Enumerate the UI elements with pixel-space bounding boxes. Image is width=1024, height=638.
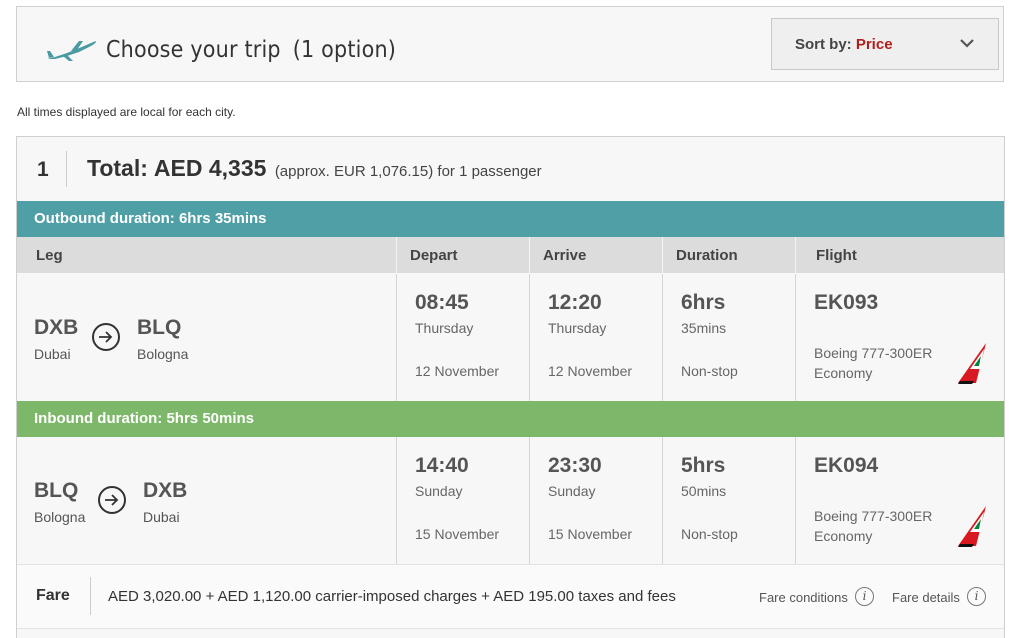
fare-breakdown: AED 3,020.00 + AED 1,120.00 carrier-impo… [108,588,676,605]
arrive-time: 23:30 [548,454,602,477]
depart-time: 08:45 [415,291,469,314]
origin-city: Bologna [34,509,86,525]
inbound-leg-row: BLQ Bologna DXB Dubai 14:40 Sunday 15 No… [17,437,1004,564]
fare-conditions-link[interactable]: Fare conditions [759,590,848,605]
divider [66,151,67,187]
destination-city: Bologna [137,346,189,362]
col-flight: Flight [816,247,857,264]
divider [17,628,1004,629]
divider [396,274,397,401]
outbound-leg-row: DXB Dubai BLQ Bologna 08:45 Thursday 12 … [17,274,1004,401]
fare-details-link[interactable]: Fare details [892,590,960,605]
arrive-date: 15 November [548,526,633,542]
flight-number: EK094 [814,454,879,477]
depart-date: 15 November [415,526,500,542]
inbound-duration-bar: Inbound duration: 5hrs 50mins [17,401,1004,437]
duration-minutes: 35mins [681,320,727,336]
cabin-class: Economy [814,365,873,381]
option-number: 1 [37,158,49,181]
destination-city: Dubai [143,509,180,525]
origin-code: BLQ [34,479,79,502]
stops-info: Non-stop [681,363,738,379]
divider [795,437,796,564]
divider [795,274,796,401]
arrive-day: Sunday [548,483,596,499]
arrow-right-icon [92,323,120,351]
trip-option-card: 1 Total: AED 4,335 (approx. EUR 1,076.15)… [16,136,1005,638]
page-title: Choose your trip (1 option) [106,37,396,63]
page-title-text: Choose your trip [106,37,281,63]
approx-price: (approx. EUR 1,076.15) for 1 passenger [274,163,542,180]
origin-city: Dubai [34,346,71,362]
duration-minutes: 50mins [681,483,727,499]
outbound-duration-bar: Outbound duration: 6hrs 35mins [17,201,1004,237]
col-duration: Duration [676,247,738,264]
sort-label: Sort by: Price [795,36,893,53]
arrive-day: Thursday [548,320,607,336]
duration-hours: 5hrs [681,454,726,477]
origin-code: DXB [34,316,79,339]
divider [529,274,530,401]
total-price: Total: AED 4,335 (approx. EUR 1,076.15) f… [87,155,542,182]
destination-code: DXB [143,479,188,502]
divider [396,437,397,564]
col-depart: Depart [410,247,458,264]
sort-dropdown[interactable]: Sort by: Price [771,18,999,70]
info-icon[interactable]: i [967,587,986,606]
divider [662,437,663,564]
depart-date: 12 November [415,363,500,379]
timezone-note: All times displayed are local for each c… [17,105,236,119]
depart-day: Sunday [415,483,463,499]
total-row: 1 Total: AED 4,335 (approx. EUR 1,076.15)… [17,137,1004,201]
arrive-time: 12:20 [548,291,602,314]
divider [662,274,663,401]
aircraft-type: Boeing 777-300ER [814,508,933,524]
duration-hours: 6hrs [681,291,726,314]
depart-time: 14:40 [415,454,469,477]
divider [529,437,530,564]
aircraft-type: Boeing 777-300ER [814,345,933,361]
option-count: (1 option) [292,37,397,63]
col-arrive: Arrive [543,247,587,264]
arrow-right-icon [98,486,126,514]
airline-tail-logo [958,343,986,384]
divider [529,237,530,273]
divider [396,237,397,273]
stops-info: Non-stop [681,526,738,542]
total-amount: AED 4,335 [153,155,267,181]
fare-label: Fare [36,587,70,604]
divider [662,237,663,273]
column-headers: Leg Depart Arrive Duration Flight [17,237,1004,273]
sort-label-text: Sort by: [795,36,852,53]
airplane-icon [47,41,97,61]
destination-code: BLQ [137,316,182,339]
arrive-date: 12 November [548,363,633,379]
info-icon[interactable]: i [855,587,874,606]
chevron-down-icon [960,39,974,48]
flight-number: EK093 [814,291,879,314]
col-leg: Leg [36,247,63,264]
divider [795,237,796,273]
sort-value: Price [855,36,893,53]
total-label: Total: [87,155,148,181]
divider [90,577,91,615]
depart-day: Thursday [415,320,474,336]
cabin-class: Economy [814,528,873,544]
fare-row: Fare AED 3,020.00 + AED 1,120.00 carrier… [17,564,1004,629]
airline-tail-logo [958,506,986,547]
